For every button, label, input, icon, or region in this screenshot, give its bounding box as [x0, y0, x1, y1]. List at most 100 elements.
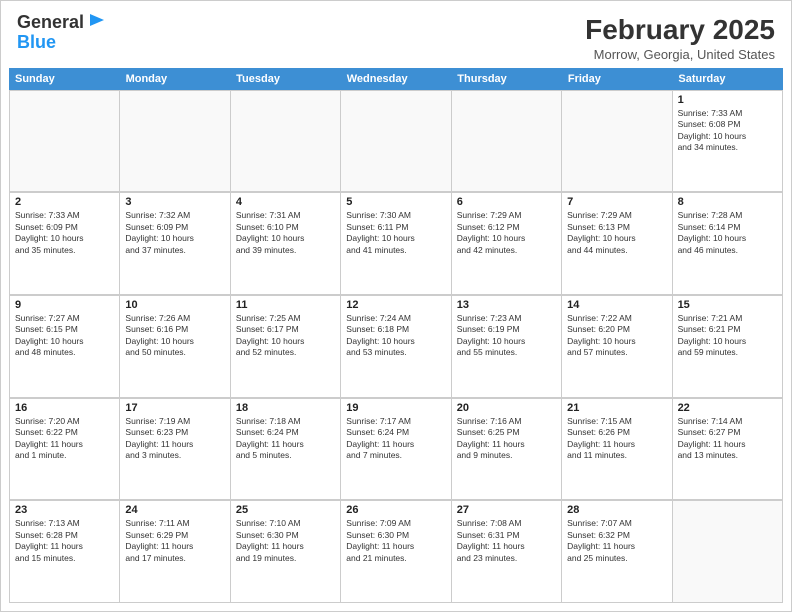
- day-info: Sunrise: 7:18 AM Sunset: 6:24 PM Dayligh…: [236, 416, 335, 462]
- calendar-body: 1Sunrise: 7:33 AM Sunset: 6:08 PM Daylig…: [9, 90, 783, 603]
- calendar-day-cell: 3 Sunrise: 7:32 AM Sunset: 6:09 PM Daylig…: [120, 193, 230, 295]
- calendar-header-day: Saturday: [672, 68, 783, 90]
- day-info: Sunrise: 7:33 AM Sunset: 6:09 PM Dayligh…: [15, 210, 114, 256]
- calendar-header-day: Wednesday: [341, 68, 452, 90]
- day-number: 25: [236, 504, 335, 516]
- logo-flag-icon: [86, 12, 106, 32]
- day-number: 17: [125, 402, 224, 414]
- day-number: 8: [678, 196, 777, 208]
- location-subtitle: Morrow, Georgia, United States: [585, 47, 775, 62]
- day-info: Sunrise: 7:11 AM Sunset: 6:29 PM Dayligh…: [125, 518, 224, 564]
- calendar-day-cell: 11 Sunrise: 7:25 AM Sunset: 6:17 PM Dayli…: [231, 296, 341, 398]
- day-number: 7: [567, 196, 666, 208]
- day-info: Sunrise: 7:31 AM Sunset: 6:10 PM Dayligh…: [236, 210, 335, 256]
- day-number: 6: [457, 196, 556, 208]
- calendar-header-day: Tuesday: [230, 68, 341, 90]
- calendar-day-cell: 15 Sunrise: 7:21 AM Sunset: 6:21 PM Dayli…: [673, 296, 783, 398]
- day-number: 20: [457, 402, 556, 414]
- calendar-header: SundayMondayTuesdayWednesdayThursdayFrid…: [9, 68, 783, 90]
- calendar-day-cell: 13 Sunrise: 7:23 AM Sunset: 6:19 PM Dayli…: [452, 296, 562, 398]
- day-info: Sunrise: 7:13 AM Sunset: 6:28 PM Dayligh…: [15, 518, 114, 564]
- calendar-week-row: 9 Sunrise: 7:27 AM Sunset: 6:15 PM Daylig…: [9, 295, 783, 398]
- calendar-week-row: 2 Sunrise: 7:33 AM Sunset: 6:09 PM Daylig…: [9, 192, 783, 295]
- day-number: 4: [236, 196, 335, 208]
- day-info: Sunrise: 7:29 AM Sunset: 6:13 PM Dayligh…: [567, 210, 666, 256]
- calendar-week-row: 16Sunrise: 7:20 AM Sunset: 6:22 PM Dayli…: [9, 398, 783, 501]
- calendar-day-cell: 7 Sunrise: 7:29 AM Sunset: 6:13 PM Daylig…: [562, 193, 672, 295]
- calendar-day-cell: 5 Sunrise: 7:30 AM Sunset: 6:11 PM Daylig…: [341, 193, 451, 295]
- day-number: 13: [457, 299, 556, 311]
- day-number: 22: [678, 402, 777, 414]
- day-number: 3: [125, 196, 224, 208]
- calendar-day-cell: [562, 91, 672, 193]
- day-info: Sunrise: 7:33 AM Sunset: 6:08 PM Dayligh…: [678, 108, 777, 154]
- logo-blue-text: Blue: [17, 32, 56, 52]
- calendar: SundayMondayTuesdayWednesdayThursdayFrid…: [1, 68, 791, 611]
- day-info: Sunrise: 7:16 AM Sunset: 6:25 PM Dayligh…: [457, 416, 556, 462]
- calendar-day-cell: [673, 501, 783, 603]
- calendar-day-cell: 21Sunrise: 7:15 AM Sunset: 6:26 PM Dayli…: [562, 399, 672, 501]
- calendar-header-day: Monday: [120, 68, 231, 90]
- logo-general-text: General: [17, 13, 84, 33]
- day-info: Sunrise: 7:23 AM Sunset: 6:19 PM Dayligh…: [457, 313, 556, 359]
- day-info: Sunrise: 7:21 AM Sunset: 6:21 PM Dayligh…: [678, 313, 777, 359]
- calendar-header-day: Friday: [562, 68, 673, 90]
- day-number: 18: [236, 402, 335, 414]
- day-number: 24: [125, 504, 224, 516]
- calendar-day-cell: 20 Sunrise: 7:16 AM Sunset: 6:25 PM Dayli…: [452, 399, 562, 501]
- calendar-day-cell: [341, 91, 451, 193]
- day-info: Sunrise: 7:15 AM Sunset: 6:26 PM Dayligh…: [567, 416, 666, 462]
- calendar-day-cell: 22Sunrise: 7:14 AM Sunset: 6:27 PM Dayli…: [673, 399, 783, 501]
- day-number: 26: [346, 504, 445, 516]
- day-number: 12: [346, 299, 445, 311]
- day-number: 15: [678, 299, 777, 311]
- calendar-day-cell: 12Sunrise: 7:24 AM Sunset: 6:18 PM Dayli…: [341, 296, 451, 398]
- day-number: 2: [15, 196, 114, 208]
- day-info: Sunrise: 7:27 AM Sunset: 6:15 PM Dayligh…: [15, 313, 114, 359]
- calendar-day-cell: [120, 91, 230, 193]
- calendar-day-cell: [452, 91, 562, 193]
- title-section: February 2025 Morrow, Georgia, United St…: [585, 13, 775, 62]
- page-header: General Blue February 2025 Morrow, Georg…: [1, 1, 791, 68]
- day-number: 28: [567, 504, 666, 516]
- calendar-day-cell: 23Sunrise: 7:13 AM Sunset: 6:28 PM Dayli…: [10, 501, 120, 603]
- calendar-day-cell: 2 Sunrise: 7:33 AM Sunset: 6:09 PM Daylig…: [10, 193, 120, 295]
- calendar-header-day: Thursday: [451, 68, 562, 90]
- calendar-day-cell: [10, 91, 120, 193]
- calendar-day-cell: 6 Sunrise: 7:29 AM Sunset: 6:12 PM Daylig…: [452, 193, 562, 295]
- day-number: 27: [457, 504, 556, 516]
- calendar-day-cell: [231, 91, 341, 193]
- day-info: Sunrise: 7:17 AM Sunset: 6:24 PM Dayligh…: [346, 416, 445, 462]
- calendar-week-row: 23Sunrise: 7:13 AM Sunset: 6:28 PM Dayli…: [9, 500, 783, 603]
- calendar-page: General Blue February 2025 Morrow, Georg…: [0, 0, 792, 612]
- calendar-week-row: 1Sunrise: 7:33 AM Sunset: 6:08 PM Daylig…: [9, 90, 783, 193]
- day-number: 9: [15, 299, 114, 311]
- day-number: 5: [346, 196, 445, 208]
- calendar-day-cell: 16Sunrise: 7:20 AM Sunset: 6:22 PM Dayli…: [10, 399, 120, 501]
- day-info: Sunrise: 7:25 AM Sunset: 6:17 PM Dayligh…: [236, 313, 335, 359]
- day-info: Sunrise: 7:22 AM Sunset: 6:20 PM Dayligh…: [567, 313, 666, 359]
- day-info: Sunrise: 7:28 AM Sunset: 6:14 PM Dayligh…: [678, 210, 777, 256]
- day-info: Sunrise: 7:10 AM Sunset: 6:30 PM Dayligh…: [236, 518, 335, 564]
- calendar-day-cell: 26Sunrise: 7:09 AM Sunset: 6:30 PM Dayli…: [341, 501, 451, 603]
- calendar-day-cell: 25 Sunrise: 7:10 AM Sunset: 6:30 PM Dayli…: [231, 501, 341, 603]
- calendar-day-cell: 4 Sunrise: 7:31 AM Sunset: 6:10 PM Daylig…: [231, 193, 341, 295]
- calendar-header-day: Sunday: [9, 68, 120, 90]
- calendar-day-cell: 17 Sunrise: 7:19 AM Sunset: 6:23 PM Dayli…: [120, 399, 230, 501]
- day-number: 14: [567, 299, 666, 311]
- month-title: February 2025: [585, 13, 775, 47]
- calendar-day-cell: 18 Sunrise: 7:18 AM Sunset: 6:24 PM Dayli…: [231, 399, 341, 501]
- day-info: Sunrise: 7:19 AM Sunset: 6:23 PM Dayligh…: [125, 416, 224, 462]
- day-info: Sunrise: 7:26 AM Sunset: 6:16 PM Dayligh…: [125, 313, 224, 359]
- day-info: Sunrise: 7:29 AM Sunset: 6:12 PM Dayligh…: [457, 210, 556, 256]
- day-number: 10: [125, 299, 224, 311]
- calendar-day-cell: 8 Sunrise: 7:28 AM Sunset: 6:14 PM Daylig…: [673, 193, 783, 295]
- calendar-day-cell: 14 Sunrise: 7:22 AM Sunset: 6:20 PM Dayli…: [562, 296, 672, 398]
- calendar-day-cell: 10 Sunrise: 7:26 AM Sunset: 6:16 PM Dayli…: [120, 296, 230, 398]
- day-info: Sunrise: 7:32 AM Sunset: 6:09 PM Dayligh…: [125, 210, 224, 256]
- day-number: 11: [236, 299, 335, 311]
- calendar-day-cell: 28Sunrise: 7:07 AM Sunset: 6:32 PM Dayli…: [562, 501, 672, 603]
- day-info: Sunrise: 7:30 AM Sunset: 6:11 PM Dayligh…: [346, 210, 445, 256]
- calendar-day-cell: 9 Sunrise: 7:27 AM Sunset: 6:15 PM Daylig…: [10, 296, 120, 398]
- calendar-day-cell: 27Sunrise: 7:08 AM Sunset: 6:31 PM Dayli…: [452, 501, 562, 603]
